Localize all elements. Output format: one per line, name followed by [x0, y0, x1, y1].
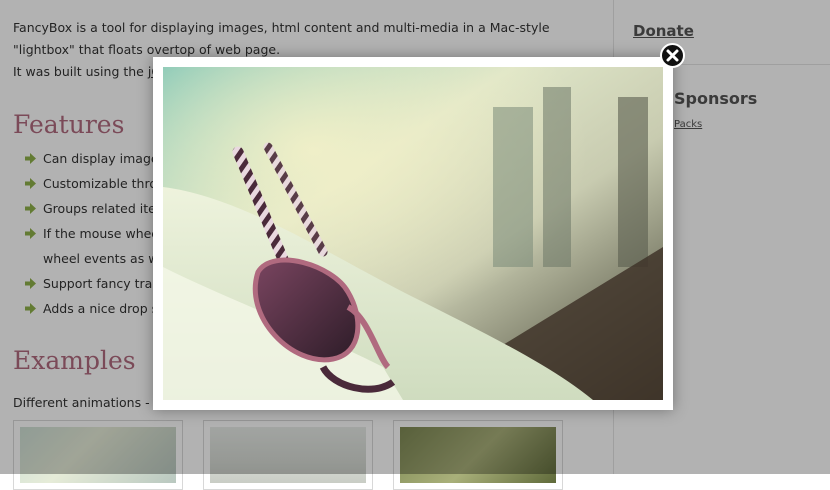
close-icon [660, 43, 685, 68]
sunglasses-in-snow-photo [163, 67, 663, 400]
close-button[interactable] [660, 43, 685, 68]
lightbox-modal [153, 57, 673, 410]
lightbox-image [163, 67, 663, 400]
